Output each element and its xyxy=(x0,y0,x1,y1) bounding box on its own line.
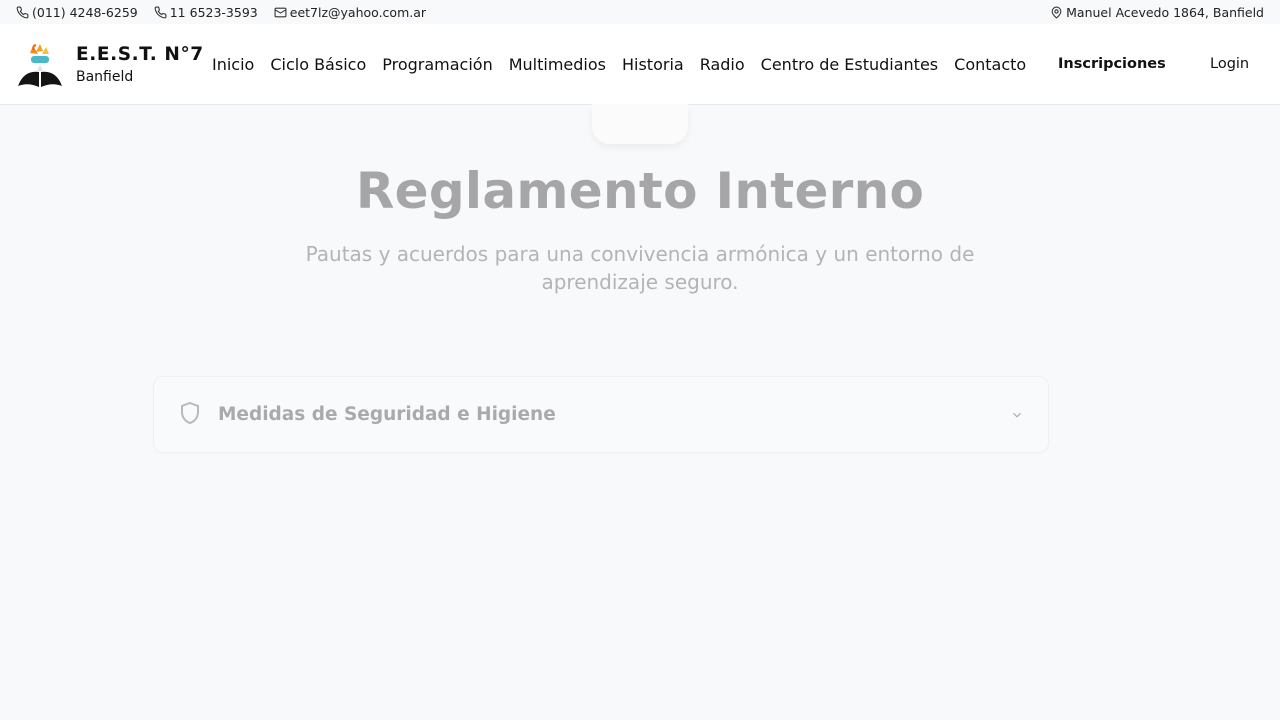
nav-item-inicio[interactable]: Inicio xyxy=(212,55,262,74)
nav-item-historia[interactable]: Historia xyxy=(614,55,692,74)
shield-icon xyxy=(178,401,202,429)
email-text: eet7lz@yahoo.com.ar xyxy=(289,4,427,20)
nav-item-centro-de-estudiantes[interactable]: Centro de Estudiantes xyxy=(753,55,946,74)
phone-1-text: (011) 4248-6259 xyxy=(32,4,138,20)
phone-icon xyxy=(154,6,167,18)
nav-item-multimedios[interactable]: Multimedios xyxy=(501,55,614,74)
page-title: Reglamento Interno xyxy=(355,162,925,220)
brand-title: E.E.S.T. N°7 xyxy=(76,43,204,65)
nav-item-contacto[interactable]: Contacto xyxy=(946,55,1034,74)
login-button[interactable]: Login xyxy=(1210,24,1249,104)
chevron-down-icon[interactable] xyxy=(1010,407,1024,426)
page-subtitle: Pautas y acuerdos para una convivencia a… xyxy=(305,242,975,294)
accordion-label: Medidas de Seguridad e Higiene xyxy=(218,404,556,425)
nav-item-programacion[interactable]: Programación xyxy=(374,55,500,74)
phone-icon xyxy=(16,6,29,18)
phone-2[interactable]: 11 6523-3593 xyxy=(154,5,258,20)
email-link[interactable]: eet7lz@yahoo.com.ar xyxy=(274,5,426,20)
map-pin-icon xyxy=(1051,6,1062,19)
nav-item-radio[interactable]: Radio xyxy=(692,55,753,74)
site-header: E.E.S.T. N°7 Banfield Inicio Ciclo Básic… xyxy=(0,24,1280,105)
brand-subtitle: Banfield xyxy=(76,68,134,85)
inscripciones-button[interactable]: Inscripciones xyxy=(1058,24,1166,104)
accordion-seguridad-higiene[interactable]: Medidas de Seguridad e Higiene xyxy=(153,376,1049,453)
brand-home-link[interactable]: E.E.S.T. N°7 Banfield xyxy=(16,40,212,88)
mail-icon xyxy=(274,7,287,17)
main-nav: Inicio Ciclo Básico Programación Multime… xyxy=(212,55,1034,74)
nav-item-ciclo-basico[interactable]: Ciclo Básico xyxy=(262,55,374,74)
contact-bar: (011) 4248-6259 11 6523-3593 eet7lz@yaho… xyxy=(0,0,1280,24)
address[interactable]: Manuel Acevedo 1864, Banfield xyxy=(1050,5,1264,20)
school-logo xyxy=(18,44,62,87)
phone-2-text: 11 6523-3593 xyxy=(169,4,258,20)
address-text: Manuel Acevedo 1864, Banfield xyxy=(1066,4,1264,20)
phone-1[interactable]: (011) 4248-6259 xyxy=(16,5,138,20)
hero-tab-decoration xyxy=(592,104,688,144)
